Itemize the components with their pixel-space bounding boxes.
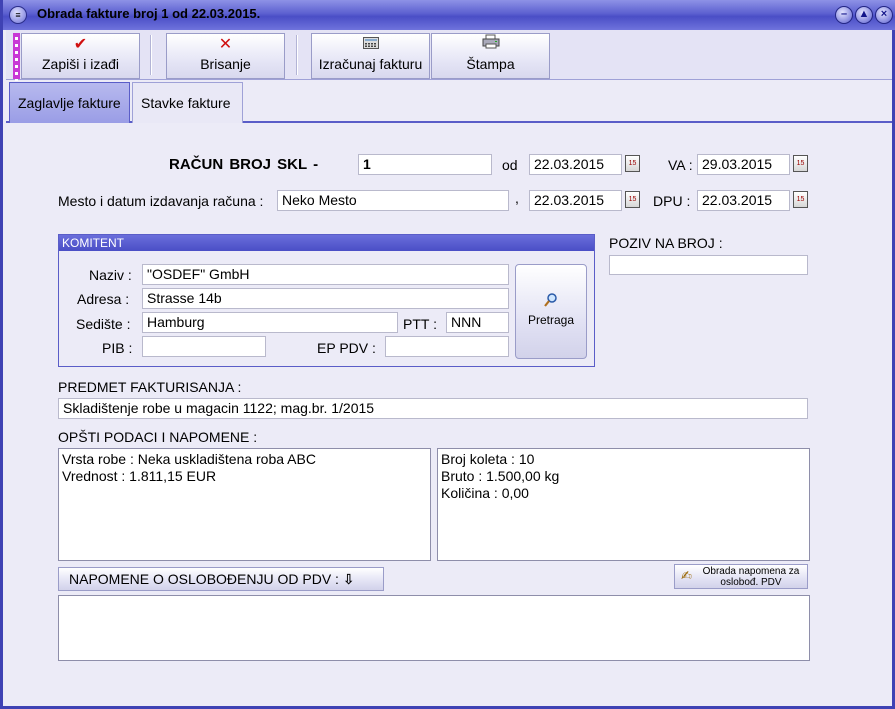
save-and-exit-button[interactable]: ✔ Zapiši i izađi (21, 33, 140, 79)
dpu-date-field[interactable]: 22.03.2015 (697, 190, 790, 211)
memo-line: Vrsta robe : Neka uskladištena roba ABC (62, 451, 316, 467)
toolbar-grip-icon[interactable] (13, 33, 20, 89)
ptt-label: PTT : (403, 316, 437, 332)
dpu-calendar-icon[interactable]: 15 (793, 191, 808, 208)
printer-icon (432, 34, 549, 54)
toolbar-separator (296, 35, 298, 75)
maximize-icon[interactable]: ▲ (855, 6, 873, 24)
invoice-number-label: RAČUN BROJ SKL - (169, 156, 319, 173)
close-icon[interactable]: × (875, 6, 893, 24)
search-label: Pretraga (527, 313, 575, 327)
delete-button[interactable]: ✕ Brisanje (166, 33, 285, 79)
system-menu-icon[interactable]: ≡ (9, 6, 27, 24)
opsti-label: OPŠTI PODACI I NAPOMENE : (58, 429, 258, 445)
opsti-left-memo[interactable]: Vrsta robe : Neka uskladištena roba ABC … (58, 448, 431, 561)
adresa-label: Adresa : (77, 291, 130, 307)
edit-notes-label-1: Obrada napomena za (702, 566, 800, 577)
minimize-icon[interactable]: – (835, 6, 853, 24)
eppdv-field[interactable] (385, 336, 509, 357)
sediste-label: Sedište : (76, 316, 131, 332)
place-date-label: Mesto i datum izdavanja računa : (58, 193, 264, 209)
delete-x-icon: ✕ (218, 36, 233, 53)
naziv-field[interactable]: "OSDEF" GmbH (142, 264, 509, 285)
issue-calendar-icon[interactable]: 15 (625, 191, 640, 208)
edit-notes-label-2: oslobođ. PDV (720, 577, 782, 588)
ptt-field[interactable]: NNN (446, 312, 509, 333)
opsti-right-memo[interactable]: Broj koleta : 10 Bruto : 1.500,00 kg Kol… (437, 448, 810, 561)
memo-line: Vrednost : 1.811,15 EUR (62, 468, 217, 484)
calculator-icon (312, 34, 429, 54)
search-icon (516, 292, 586, 310)
title-bar[interactable]: ≡ Obrada fakture broj 1 od 22.03.2015. –… (3, 0, 895, 30)
invoice-window: ≡ Obrada fakture broj 1 od 22.03.2015. –… (0, 0, 895, 709)
predmet-label: PREDMET FAKTURISANJA : (58, 379, 242, 395)
window-title: Obrada fakture broj 1 od 22.03.2015. (37, 6, 261, 21)
header-tab-content: RAČUN BROJ SKL - 1 od 22.03.2015 15 VA :… (6, 123, 892, 706)
adresa-field[interactable]: Strasse 14b (142, 288, 509, 309)
checkmark-icon: ✔ (73, 36, 88, 53)
predmet-field[interactable]: Skladištenje robe u magacin 1122; mag.br… (58, 398, 808, 419)
edit-notes-icon: ✍ (681, 568, 692, 583)
od-date-field[interactable]: 22.03.2015 (529, 154, 622, 175)
print-button[interactable]: Štampa (431, 33, 550, 79)
toolbar-separator (150, 35, 152, 75)
va-calendar-icon[interactable]: 15 (793, 155, 808, 172)
od-calendar-icon[interactable]: 15 (625, 155, 640, 172)
tab-bar: Zaglavlje fakture Stavke fakture (6, 81, 892, 123)
va-date-field[interactable]: 29.03.2015 (697, 154, 790, 175)
tab-stavke[interactable]: Stavke fakture (132, 82, 243, 123)
naziv-label: Naziv : (89, 267, 132, 283)
calculate-invoice-button[interactable]: Izračunaj fakturu (311, 33, 430, 79)
memo-line: Bruto : 1.500,00 kg (441, 468, 560, 484)
edit-pdv-notes-button[interactable]: ✍ Obrada napomena za oslobođ. PDV (674, 564, 808, 589)
pdv-notes-button[interactable]: NAPOMENE O OSLOBOĐENJU OD PDV : ⇩ (58, 567, 384, 591)
invoice-number-field[interactable]: 1 (358, 154, 492, 175)
memo-line: Količina : 0,00 (441, 485, 529, 501)
od-label: od (502, 157, 518, 173)
komitent-title: KOMITENT (59, 235, 594, 251)
comma-label: , (515, 190, 519, 206)
poziv-field[interactable] (609, 255, 808, 275)
place-field[interactable]: Neko Mesto (277, 190, 509, 211)
toolbar: ✔ Zapiši i izađi ✕ Brisanje Izračunaj fa… (6, 30, 892, 89)
issue-date-field[interactable]: 22.03.2015 (529, 190, 622, 211)
va-label: VA : (668, 157, 693, 173)
poziv-label: POZIV NA BROJ : (609, 235, 723, 251)
search-komitent-button[interactable]: Pretraga (515, 264, 587, 359)
dpu-label: DPU : (653, 193, 691, 209)
tab-zaglavlje[interactable]: Zaglavlje fakture (9, 82, 130, 123)
pdv-notes-label: NAPOMENE O OSLOBOĐENJU OD PDV : (69, 571, 339, 587)
pib-field[interactable] (142, 336, 266, 357)
pib-label: PIB : (102, 340, 133, 356)
memo-line: Broj koleta : 10 (441, 451, 535, 467)
pdv-notes-memo[interactable] (58, 595, 810, 661)
sediste-field[interactable]: Hamburg (142, 312, 398, 333)
arrow-down-icon: ⇩ (342, 571, 355, 587)
eppdv-label: EP PDV : (317, 340, 376, 356)
